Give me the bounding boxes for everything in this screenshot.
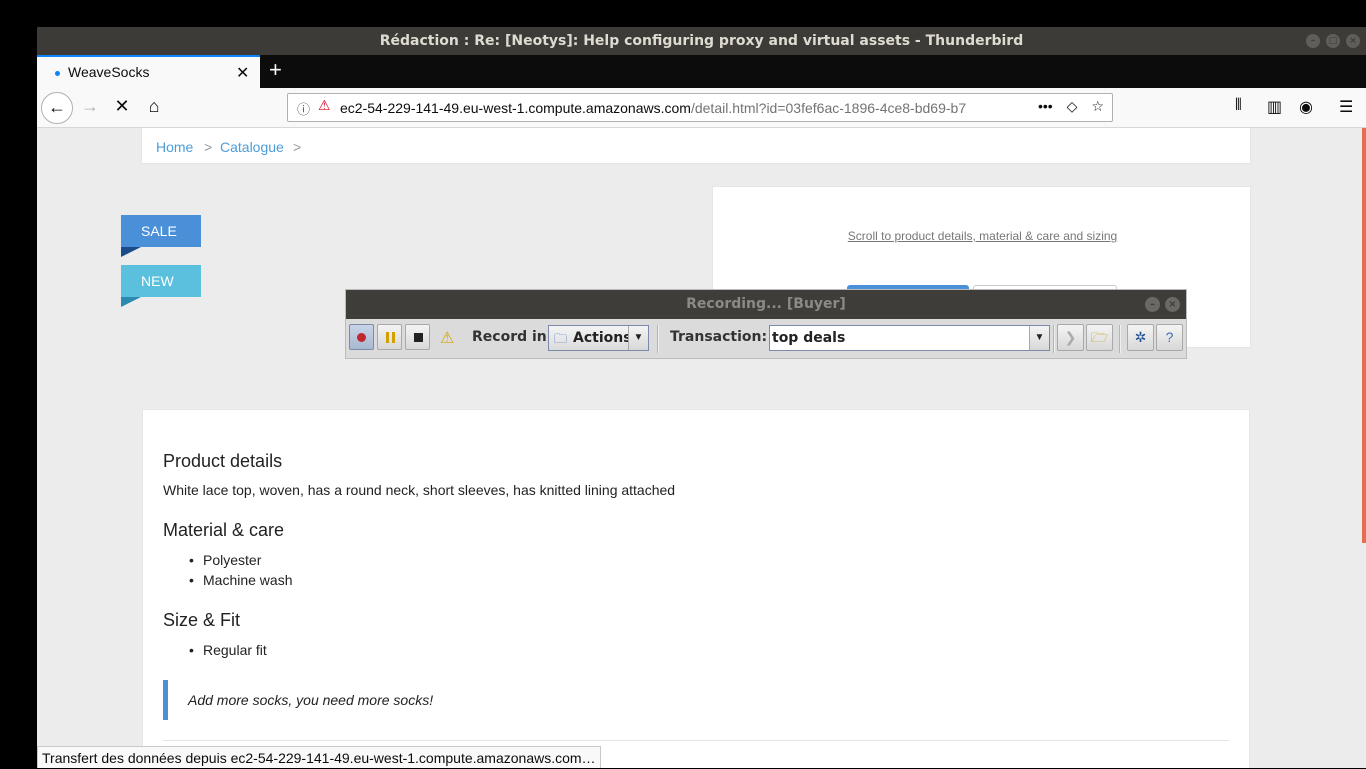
collapse-icon: ✲ bbox=[1134, 329, 1147, 345]
page-scrollbar[interactable] bbox=[1362, 128, 1366, 543]
toolbar-separator bbox=[1119, 325, 1121, 353]
record-in-label: Record in: bbox=[472, 329, 553, 345]
product-details-heading: Product details bbox=[163, 451, 283, 471]
forward-icon[interactable]: → bbox=[79, 96, 101, 117]
breadcrumb-home[interactable]: Home bbox=[156, 139, 193, 155]
product-description: White lace top, woven, has a round neck,… bbox=[163, 482, 676, 498]
toolbar-separator bbox=[657, 325, 659, 353]
transaction-label: Transaction: bbox=[670, 329, 768, 345]
chevron-down-icon[interactable]: ▼ bbox=[1029, 326, 1049, 350]
stop-loading-icon[interactable]: ✕ bbox=[111, 96, 133, 117]
minimize-icon[interactable]: – bbox=[1306, 34, 1320, 48]
breadcrumb-separator: > bbox=[204, 139, 213, 155]
pause-button[interactable] bbox=[377, 324, 402, 350]
new-tab-icon[interactable]: + bbox=[269, 57, 282, 83]
product-details-panel: Product details White lace top, woven, h… bbox=[142, 409, 1250, 768]
menu-icon[interactable]: ☰ bbox=[1339, 97, 1353, 117]
help-icon: ? bbox=[1165, 329, 1174, 345]
close-icon[interactable]: × bbox=[1346, 34, 1360, 48]
sale-ribbon: SALE bbox=[121, 215, 201, 247]
help-button[interactable]: ? bbox=[1156, 324, 1183, 351]
collapse-button[interactable]: ✲ bbox=[1127, 324, 1154, 351]
window-title: Rédaction : Re: [Neotys]: Help configuri… bbox=[379, 33, 1024, 49]
breadcrumb-separator: > bbox=[293, 139, 302, 155]
window-titlebar: Rédaction : Re: [Neotys]: Help configuri… bbox=[37, 27, 1366, 55]
status-bar: Transfert des données depuis ec2-54-229-… bbox=[37, 746, 601, 768]
recording-toolbar-titlebar[interactable]: Recording... [Buyer] – × bbox=[346, 290, 1186, 319]
warning-icon[interactable]: ⚠ bbox=[440, 328, 454, 348]
list-item: Polyester bbox=[189, 552, 261, 568]
pocket-icon[interactable]: ◇ bbox=[1067, 98, 1078, 115]
home-icon[interactable]: ⌂ bbox=[143, 96, 165, 117]
tab-bar: WeaveSocks ✕ + bbox=[37, 55, 1366, 88]
back-arrow-icon: ← bbox=[48, 97, 66, 117]
stop-button[interactable] bbox=[405, 324, 430, 350]
nav-toolbar: ← → ✕ ⌂ ⓘ ⚠ ec2-54-229-141-49.eu-west-1.… bbox=[37, 88, 1366, 128]
material-care-heading: Material & care bbox=[163, 520, 285, 540]
bookmark-star-icon[interactable]: ☆ bbox=[1091, 98, 1104, 115]
transaction-input[interactable]: top deals ▼ bbox=[769, 325, 1050, 351]
url-host: ec2-54-229-141-49.eu-west-1.compute.amaz… bbox=[340, 100, 691, 116]
chevron-right-icon: ❯ bbox=[1064, 329, 1077, 345]
folder-icon: 🗀 bbox=[554, 331, 568, 346]
record-in-dropdown[interactable]: 🗀 Actions ▼ bbox=[548, 325, 649, 351]
record-button[interactable] bbox=[349, 324, 374, 350]
recording-window-controls: – × bbox=[1145, 297, 1180, 312]
stop-icon bbox=[414, 333, 423, 342]
url-text[interactable]: ec2-54-229-141-49.eu-west-1.compute.amaz… bbox=[340, 100, 1000, 116]
breadcrumb: Home > Catalogue > bbox=[141, 128, 1251, 164]
recording-controls: ⚠ Record in: 🗀 Actions ▼ Transaction: to… bbox=[346, 319, 1186, 359]
size-fit-heading: Size & Fit bbox=[163, 610, 241, 630]
page-viewport: Home > Catalogue > SALE NEW Scroll to pr… bbox=[37, 128, 1366, 768]
product-quote: Add more socks, you need more socks! bbox=[163, 680, 763, 720]
insecure-lock-icon[interactable]: ⚠ bbox=[318, 97, 331, 114]
next-transaction-button[interactable]: ❯ bbox=[1057, 324, 1084, 351]
url-actions: ••• ◇ ☆ bbox=[1038, 98, 1104, 115]
library-icon[interactable]: ⫴ bbox=[1235, 97, 1242, 115]
chevron-down-icon[interactable]: ▼ bbox=[628, 326, 648, 350]
recording-toolbar: Recording... [Buyer] – × ⚠ Record in: 🗀 … bbox=[345, 289, 1187, 359]
maximize-icon[interactable]: □ bbox=[1326, 34, 1340, 48]
tab-title: WeaveSocks bbox=[68, 64, 150, 80]
recording-title: Recording... [Buyer] bbox=[686, 296, 846, 312]
scroll-to-details-link[interactable]: Scroll to product details, material & ca… bbox=[713, 229, 1252, 243]
open-folder-button[interactable]: 🗁 bbox=[1086, 324, 1113, 351]
tab-close-icon[interactable]: ✕ bbox=[236, 63, 249, 83]
divider bbox=[163, 740, 1229, 741]
record-icon bbox=[357, 333, 366, 342]
page-actions-icon[interactable]: ••• bbox=[1038, 98, 1053, 115]
close-icon[interactable]: × bbox=[1165, 297, 1180, 312]
folder-open-icon: 🗁 bbox=[1090, 329, 1109, 345]
breadcrumb-catalogue[interactable]: Catalogue bbox=[220, 139, 284, 155]
transaction-value: top deals bbox=[772, 330, 846, 346]
url-path: /detail.html?id=03fef6ac-1896-4ce8-bd69-… bbox=[690, 100, 967, 116]
list-item: Regular fit bbox=[189, 642, 267, 658]
list-item: Machine wash bbox=[189, 572, 292, 588]
loading-indicator-icon bbox=[55, 71, 60, 76]
back-button[interactable]: ← bbox=[41, 92, 73, 124]
record-in-value: Actions bbox=[573, 330, 632, 346]
account-icon[interactable]: ◉ bbox=[1299, 97, 1313, 117]
site-info-icon[interactable]: ⓘ bbox=[297, 99, 310, 118]
pause-icon bbox=[386, 332, 395, 343]
minimize-icon[interactable]: – bbox=[1145, 297, 1160, 312]
new-ribbon: NEW bbox=[121, 265, 201, 297]
toolbar-separator bbox=[1053, 325, 1055, 353]
tab-weavesocks[interactable]: WeaveSocks ✕ bbox=[37, 55, 260, 88]
sidebar-icon[interactable]: ▥ bbox=[1267, 97, 1282, 117]
window-controls: – □ × bbox=[1306, 34, 1360, 48]
url-bar[interactable]: ⓘ ⚠ ec2-54-229-141-49.eu-west-1.compute.… bbox=[287, 93, 1113, 122]
